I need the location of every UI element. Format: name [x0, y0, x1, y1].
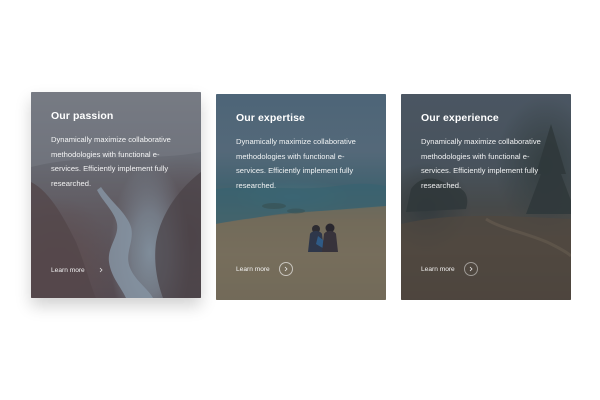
card-content: Our passion Dynamically maximize collabo… — [51, 110, 187, 191]
learn-more-link[interactable]: Learn more — [236, 262, 293, 276]
card-description: Dynamically maximize collaborative metho… — [236, 137, 356, 190]
card-description: Dynamically maximize collaborative metho… — [51, 135, 171, 188]
card-our-expertise[interactable]: Our expertise Dynamically maximize colla… — [216, 94, 386, 300]
card-title: Our experience — [421, 112, 499, 124]
chevron-right-icon — [278, 262, 293, 276]
card-our-experience[interactable]: Our experience Dynamically maximize coll… — [401, 94, 571, 300]
card-content: Our experience Dynamically maximize coll… — [421, 112, 557, 193]
feature-cards-section: Our passion Dynamically maximize collabo… — [0, 0, 600, 400]
chevron-right-icon — [94, 263, 108, 277]
learn-more-label: Learn more — [421, 265, 455, 273]
card-title: Our passion — [51, 110, 114, 122]
card-content: Our expertise Dynamically maximize colla… — [236, 112, 372, 193]
learn-more-link[interactable]: Learn more — [421, 262, 478, 276]
card-our-passion[interactable]: Our passion Dynamically maximize collabo… — [31, 92, 201, 298]
chevron-right-icon — [463, 262, 478, 276]
learn-more-link[interactable]: Learn more — [51, 263, 108, 277]
learn-more-label: Learn more — [51, 266, 85, 274]
learn-more-label: Learn more — [236, 265, 270, 273]
card-title: Our expertise — [236, 112, 305, 124]
card-description: Dynamically maximize collaborative metho… — [421, 137, 541, 190]
